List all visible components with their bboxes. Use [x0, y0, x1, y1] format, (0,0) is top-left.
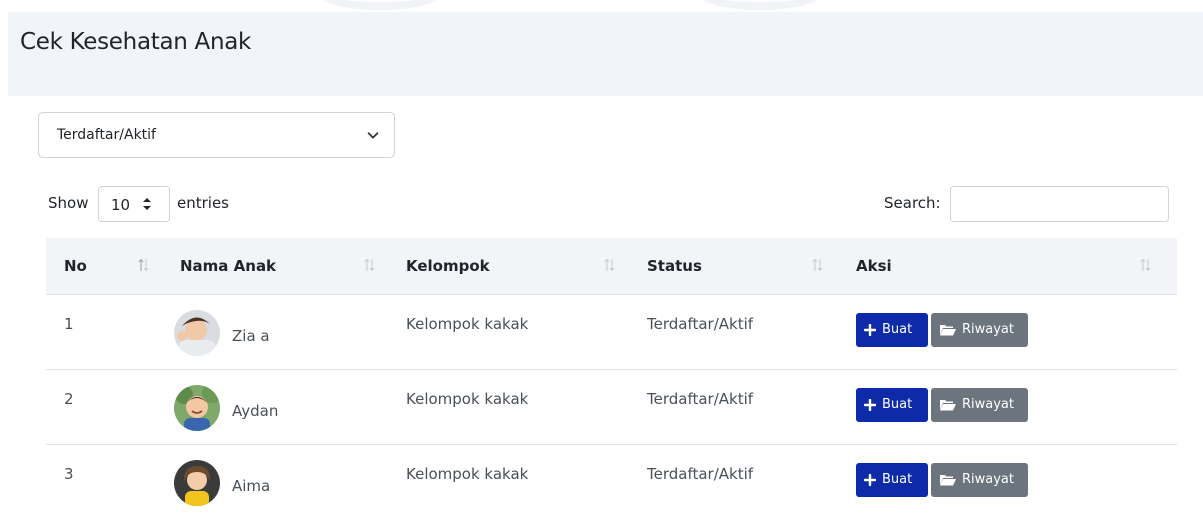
entries-length-value: 10 [111, 196, 131, 214]
history-button-label: Riwayat [962, 322, 1014, 337]
cell-actions: Buat Riwayat [838, 294, 1177, 370]
header-label: Status [647, 256, 702, 275]
child-avatar [174, 459, 220, 506]
status-text: Terdaftar/Aktif [647, 389, 754, 408]
table-row: 1 Zia a Kelompok kakak Terdaftar/Aktif B… [46, 294, 1177, 370]
top-strip [0, 0, 1203, 12]
child-avatar [174, 309, 220, 356]
table-row: 2 Aydan Kelompok kakak Terdaftar/Aktif B… [46, 369, 1177, 445]
select-arrows-icon [143, 198, 151, 210]
column-header-nama-anak[interactable]: Nama Anak [162, 238, 388, 295]
cell-kelompok: Kelompok kakak [388, 369, 629, 445]
cell-actions: Buat Riwayat [838, 369, 1177, 445]
sort-icon [1140, 258, 1151, 272]
child-name: Zia a [232, 326, 270, 345]
sort-icon [812, 258, 823, 272]
header-label: Nama Anak [180, 256, 277, 275]
column-header-no[interactable]: No [46, 238, 162, 295]
child-avatar [174, 384, 220, 431]
watermark-shape [700, 0, 820, 10]
cell-name: Zia a [162, 294, 388, 370]
folder-open-icon [939, 473, 956, 486]
column-header-status[interactable]: Status [629, 238, 838, 295]
cell-actions: Buat Riwayat [838, 444, 1177, 514]
history-button[interactable]: Riwayat [931, 312, 1028, 347]
folder-open-icon [939, 323, 956, 336]
group-text: Kelompok kakak [406, 464, 529, 483]
create-button-label: Buat [882, 397, 913, 412]
group-text: Kelompok kakak [406, 314, 529, 333]
watermark-shape [320, 0, 440, 10]
create-button[interactable]: Buat [856, 462, 928, 497]
cell-name: Aydan [162, 369, 388, 445]
history-button[interactable]: Riwayat [931, 387, 1028, 422]
table-row: 3 Aima Kelompok kakak Terdaftar/Aktif Bu… [46, 444, 1177, 514]
search-label: Search: [884, 194, 941, 212]
entries-label: entries [177, 194, 229, 212]
table-header-row: No Nama Anak Kelompok Status Aksi [46, 238, 1177, 295]
cell-status: Terdaftar/Aktif [629, 444, 838, 514]
column-header-aksi[interactable]: Aksi [838, 238, 1177, 295]
create-button-label: Buat [882, 472, 913, 487]
history-button-label: Riwayat [962, 397, 1014, 412]
row-number: 2 [64, 389, 74, 408]
child-name: Aydan [232, 401, 279, 420]
cell-no: 2 [46, 369, 162, 445]
row-number: 3 [64, 464, 74, 483]
cell-status: Terdaftar/Aktif [629, 294, 838, 370]
cell-no: 3 [46, 444, 162, 514]
header-label: No [64, 256, 87, 275]
cell-kelompok: Kelompok kakak [388, 444, 629, 514]
group-text: Kelompok kakak [406, 389, 529, 408]
page-title: Cek Kesehatan Anak [20, 29, 252, 55]
header-label: Kelompok [406, 256, 490, 275]
cell-name: Aima [162, 444, 388, 514]
create-button[interactable]: Buat [856, 312, 928, 347]
plus-icon [864, 398, 876, 411]
entries-length-select[interactable]: 10 [98, 186, 170, 222]
status-text: Terdaftar/Aktif [647, 314, 754, 333]
show-label: Show [48, 194, 89, 212]
status-filter-value: Terdaftar/Aktif [57, 127, 156, 143]
cell-kelompok: Kelompok kakak [388, 294, 629, 370]
create-button[interactable]: Buat [856, 387, 928, 422]
sort-icon [364, 258, 375, 272]
search-input[interactable] [950, 186, 1169, 222]
chevron-down-icon [367, 132, 379, 139]
plus-icon [864, 473, 876, 486]
create-button-label: Buat [882, 322, 913, 337]
cell-no: 1 [46, 294, 162, 370]
children-table: No Nama Anak Kelompok Status Aksi 1 Zia … [46, 238, 1177, 514]
child-name: Aima [232, 476, 271, 495]
header-label: Aksi [856, 256, 892, 275]
sort-icon [604, 258, 615, 272]
plus-icon [864, 323, 876, 336]
status-text: Terdaftar/Aktif [647, 464, 754, 483]
sort-icon [138, 258, 149, 272]
page-header: Cek Kesehatan Anak [8, 12, 1203, 96]
folder-open-icon [939, 398, 956, 411]
history-button-label: Riwayat [962, 472, 1014, 487]
cell-status: Terdaftar/Aktif [629, 369, 838, 445]
status-filter-select[interactable]: Terdaftar/Aktif [38, 112, 395, 158]
content-card: Terdaftar/Aktif Show 10 entries Search: … [8, 96, 1203, 514]
column-header-kelompok[interactable]: Kelompok [388, 238, 629, 295]
row-number: 1 [64, 314, 74, 333]
history-button[interactable]: Riwayat [931, 462, 1028, 497]
